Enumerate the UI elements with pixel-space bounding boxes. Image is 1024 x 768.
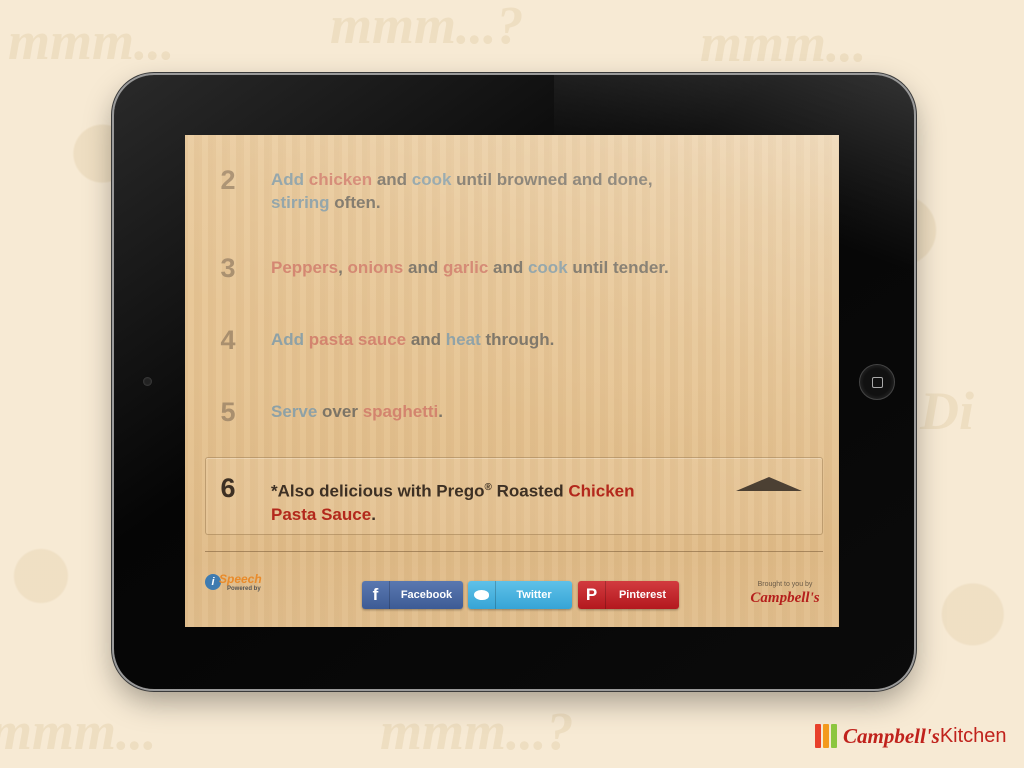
step-item-3[interactable]: 3 Peppers, onions and garlic and cook unt… <box>185 253 839 284</box>
step-text-segment: garlic <box>442 258 489 277</box>
pinterest-label: Pinterest <box>618 589 667 601</box>
step-text-highlight: Pasta Sauce <box>271 504 372 524</box>
facebook-icon: f <box>362 581 390 609</box>
home-icon <box>871 376 883 388</box>
tablet-frame: 2 Add chicken and cook until browned and … <box>114 75 914 689</box>
step-text-segment: . <box>371 504 376 524</box>
bg-decoration: Di <box>920 381 974 441</box>
step-text-segment: spaghetti <box>362 402 439 421</box>
step-text: Add pasta sauce and heat through. <box>271 328 711 351</box>
step-text-segment: and <box>488 258 528 277</box>
logo-brand: Campbell's <box>843 723 940 748</box>
step-text: Peppers, onions and garlic and cook unti… <box>271 256 711 279</box>
bg-decoration: mmm...? <box>380 701 574 761</box>
step-text-segment: Add <box>271 330 309 349</box>
step-text-highlight: Chicken <box>568 481 635 501</box>
step-item-5[interactable]: 5 Serve over spaghetti. <box>185 397 839 428</box>
campbells-kitchen-logo[interactable]: Campbell's Kitchen <box>815 721 1007 751</box>
facebook-label: Facebook <box>400 589 453 601</box>
ispeech-logo[interactable]: i Speech Powered by <box>205 570 275 596</box>
bg-decoration: mmm... <box>8 11 175 71</box>
twitter-label: Twitter <box>516 589 552 601</box>
step-text-segment: and <box>403 258 443 277</box>
step-text-segment: Peppers <box>271 258 339 277</box>
step-item-4[interactable]: 4 Add pasta sauce and heat through. <box>185 325 839 356</box>
sponsor-badge[interactable]: Brought to you by Campbell's <box>745 581 825 607</box>
ispeech-name: Speech <box>219 572 262 586</box>
step-text-segment: and <box>406 330 446 349</box>
pinterest-icon: P <box>578 581 606 609</box>
step-text-segment: Roasted <box>491 481 569 501</box>
step-text-segment: stirring <box>271 193 330 212</box>
step-text: Serve over spaghetti. <box>271 400 711 423</box>
step-text-segment: Add <box>271 170 309 189</box>
step-text-segment: , <box>338 258 348 277</box>
step-item-2[interactable]: 2 Add chicken and cook until browned and … <box>185 165 839 214</box>
sponsor-caption: Brought to you by <box>757 581 813 588</box>
divider <box>205 551 823 552</box>
camera-lens <box>143 377 152 386</box>
step-number: 6 <box>220 473 236 503</box>
step-text-segment: onions <box>347 258 404 277</box>
step-text-segment: until tender. <box>567 258 669 277</box>
bg-decoration: mmm...? <box>330 0 524 55</box>
collapse-arrow-icon[interactable] <box>736 477 802 491</box>
step-text-segment: Serve <box>271 402 318 421</box>
facebook-share-button[interactable]: f Facebook <box>362 581 463 609</box>
step-text-segment: cook <box>527 258 568 277</box>
sponsor-brand: Campbell's <box>750 590 820 606</box>
step-text: Add chicken and cook until browned and d… <box>271 168 711 214</box>
pinterest-share-button[interactable]: P Pinterest <box>578 581 679 609</box>
step-text-segment: . <box>438 402 443 421</box>
share-footer: i Speech Powered by f Facebook Twitter P… <box>185 555 839 627</box>
step-text: *Also delicious with Prego® Roasted Chic… <box>271 476 711 526</box>
step-text-segment: often. <box>329 193 381 212</box>
step-text-segment: heat <box>445 330 481 349</box>
step-text-segment: *Also delicious with Prego <box>271 481 485 501</box>
step-number: 5 <box>220 397 236 427</box>
registered-mark: ® <box>484 482 492 493</box>
step-number: 3 <box>220 253 236 283</box>
step-number: 4 <box>220 325 236 355</box>
step-text-segment: through. <box>480 330 555 349</box>
home-button[interactable] <box>859 364 895 400</box>
step-text-segment: pasta sauce <box>308 330 407 349</box>
step-text-segment: over <box>317 402 363 421</box>
twitter-bird-icon <box>468 581 496 609</box>
bg-decoration: mmm... <box>700 13 867 73</box>
step-text-segment: and <box>372 170 412 189</box>
twitter-share-button[interactable]: Twitter <box>468 581 572 609</box>
step-text-segment: cook <box>411 170 452 189</box>
step-text-segment: chicken <box>308 170 373 189</box>
recipe-screen: 2 Add chicken and cook until browned and … <box>185 135 839 627</box>
logo-suffix: Kitchen <box>939 724 1007 747</box>
bg-decoration: mmm... <box>0 701 157 761</box>
step-text-segment: until browned and done, <box>451 170 653 189</box>
logo-mark-icon <box>815 724 837 748</box>
ispeech-powered-by: Powered by <box>227 586 261 592</box>
step-number: 2 <box>220 165 236 195</box>
